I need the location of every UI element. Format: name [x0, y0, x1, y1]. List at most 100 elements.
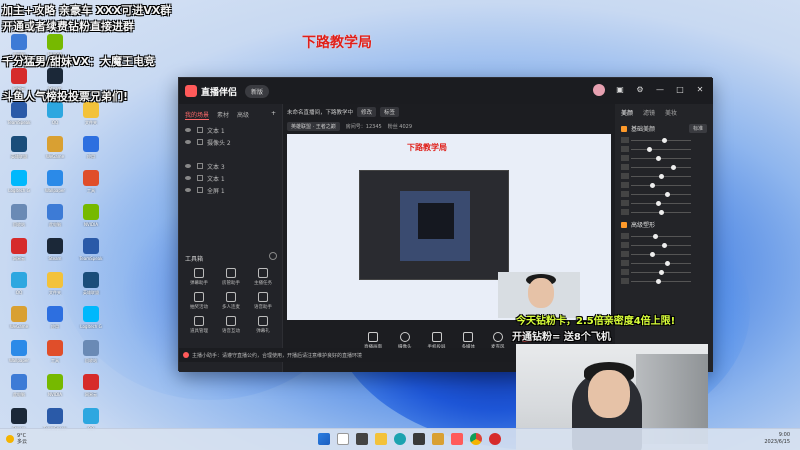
tool-voice-interact[interactable]: 语音互动 — [215, 316, 247, 334]
beauty-slider[interactable] — [621, 172, 707, 181]
beauty-slider[interactable] — [621, 250, 707, 259]
beauty-slider[interactable] — [621, 208, 707, 217]
tool-multi-mic[interactable]: 多人连麦 — [215, 292, 247, 310]
beauty-slider[interactable] — [621, 163, 707, 172]
tool-danmaku[interactable]: 弹幕助手 — [183, 268, 215, 286]
slider-knob[interactable] — [656, 201, 661, 206]
search-icon[interactable] — [337, 433, 349, 445]
desktop-icon[interactable]: 文件夹 — [38, 272, 72, 306]
windows-start-icon[interactable] — [318, 433, 330, 445]
beauty-slider[interactable] — [621, 259, 707, 268]
beauty-slider[interactable] — [621, 181, 707, 190]
desktop-icon[interactable]: 网易云 — [74, 374, 108, 408]
desktop-icon[interactable]: Logitech G — [74, 306, 108, 340]
eye-icon[interactable] — [185, 164, 191, 168]
slider-knob[interactable] — [659, 210, 664, 215]
desktop-icon[interactable]: 网易云 — [2, 238, 36, 272]
desktop-icon[interactable]: 英雄联盟 — [74, 272, 108, 306]
desktop-icon[interactable]: 应用 — [74, 136, 108, 170]
beauty-slider[interactable] — [621, 199, 707, 208]
scene-item[interactable]: 全屏 1 — [179, 184, 282, 196]
gift-icon[interactable]: ▣ — [615, 85, 625, 95]
checkbox-icon[interactable] — [621, 221, 627, 228]
checkbox-icon[interactable] — [621, 125, 627, 132]
scene-item[interactable]: 文本 1 — [179, 124, 282, 136]
desktop-icon[interactable]: 此电脑 — [2, 374, 36, 408]
slider-track[interactable] — [631, 245, 691, 246]
desktop-icon[interactable]: NVIDIA — [74, 204, 108, 238]
scene-item[interactable]: 摄像头 2 — [179, 136, 282, 148]
beauty-slider[interactable] — [621, 277, 707, 286]
avatar[interactable] — [593, 84, 605, 96]
minimize-icon[interactable]: — — [655, 85, 665, 95]
tab-advanced[interactable]: 高级 — [237, 110, 249, 120]
slider-knob[interactable] — [656, 279, 661, 284]
settings-icon[interactable]: ⚙ — [635, 85, 645, 95]
store-icon[interactable] — [413, 433, 425, 445]
slider-track[interactable] — [631, 236, 691, 237]
task-view-icon[interactable] — [356, 433, 368, 445]
desktop-icon[interactable]: 回收站 — [2, 204, 36, 238]
slider-track[interactable] — [631, 263, 691, 264]
slider-track[interactable] — [631, 194, 691, 195]
beauty-slider[interactable] — [621, 241, 707, 250]
desktop-icon[interactable]: WeGame — [38, 136, 72, 170]
tool-room-admin[interactable]: 房管助手 — [215, 268, 247, 286]
beauty-slider[interactable] — [621, 145, 707, 154]
slider-track[interactable] — [631, 185, 691, 186]
tool-tasks[interactable]: 主播任务 — [247, 268, 279, 286]
slider-track[interactable] — [631, 149, 691, 150]
slider-knob[interactable] — [659, 174, 664, 179]
desktop-icon[interactable]: Steam — [38, 238, 72, 272]
tab-filter[interactable]: 滤镜 — [643, 108, 655, 117]
advanced-shape-header[interactable]: 高级塑形 — [615, 217, 713, 232]
live-app-icon[interactable] — [451, 433, 463, 445]
desktop-icon[interactable]: Wallpaper — [2, 340, 36, 374]
beauty-slider[interactable] — [621, 268, 707, 277]
file-explorer-icon[interactable] — [375, 433, 387, 445]
tag-button[interactable]: 标签 — [380, 107, 400, 117]
category-badge[interactable]: 英雄联盟 · 王者之巅 — [287, 121, 340, 131]
slider-knob[interactable] — [647, 147, 652, 152]
netease-icon[interactable] — [489, 433, 501, 445]
slider-knob[interactable] — [653, 234, 658, 239]
tool-gifts[interactable]: 弹幕礼 — [247, 316, 279, 334]
desktop-icon[interactable]: QQ — [38, 102, 72, 136]
slider-knob[interactable] — [662, 243, 667, 248]
desktop-icon[interactable]: 此电脑 — [38, 204, 72, 238]
desktop-icon[interactable]: Wallpaper — [38, 170, 72, 204]
tab-beauty[interactable]: 美颜 — [621, 108, 633, 117]
desktop-icon[interactable]: 工具 — [74, 170, 108, 204]
slider-track[interactable] — [631, 158, 691, 159]
beauty-slider[interactable] — [621, 232, 707, 241]
eye-icon[interactable] — [185, 128, 191, 132]
desktop-icon[interactable]: 文件夹 — [74, 102, 108, 136]
weather-widget[interactable]: 9°C 多云 — [6, 433, 27, 445]
slider-knob[interactable] — [671, 165, 676, 170]
tool-props[interactable]: 道具管理 — [183, 316, 215, 334]
slider-track[interactable] — [631, 167, 691, 168]
slider-knob[interactable] — [659, 270, 664, 275]
desktop-icon[interactable]: 工具 — [38, 340, 72, 374]
desktop-icon[interactable]: Logitech G — [2, 170, 36, 204]
tool-lottery[interactable]: 抽奖活动 — [183, 292, 215, 310]
scene-item[interactable]: 文本 3 — [179, 160, 282, 172]
tab-materials[interactable]: 素材 — [217, 110, 229, 120]
tool-voice[interactable]: 语音助手 — [247, 292, 279, 310]
slider-track[interactable] — [631, 281, 691, 282]
beauty-slider[interactable] — [621, 136, 707, 145]
slider-knob[interactable] — [656, 156, 661, 161]
add-scene-icon[interactable]: + — [271, 110, 276, 120]
close-icon[interactable]: ✕ — [695, 85, 705, 95]
slider-knob[interactable] — [650, 183, 655, 188]
eye-icon[interactable] — [185, 176, 191, 180]
wegame-icon[interactable] — [432, 433, 444, 445]
basic-beauty-header[interactable]: 基础美颜 标准 — [615, 121, 713, 136]
tab-scenes[interactable]: 我的场景 — [185, 110, 210, 120]
desktop-icon[interactable]: WeGame — [2, 306, 36, 340]
slider-track[interactable] — [631, 140, 691, 141]
desktop-icon[interactable]: TeamSpeak — [74, 238, 108, 272]
desktop-icon[interactable]: 应用 — [38, 306, 72, 340]
eye-icon[interactable] — [185, 140, 191, 144]
beauty-slider[interactable] — [621, 154, 707, 163]
